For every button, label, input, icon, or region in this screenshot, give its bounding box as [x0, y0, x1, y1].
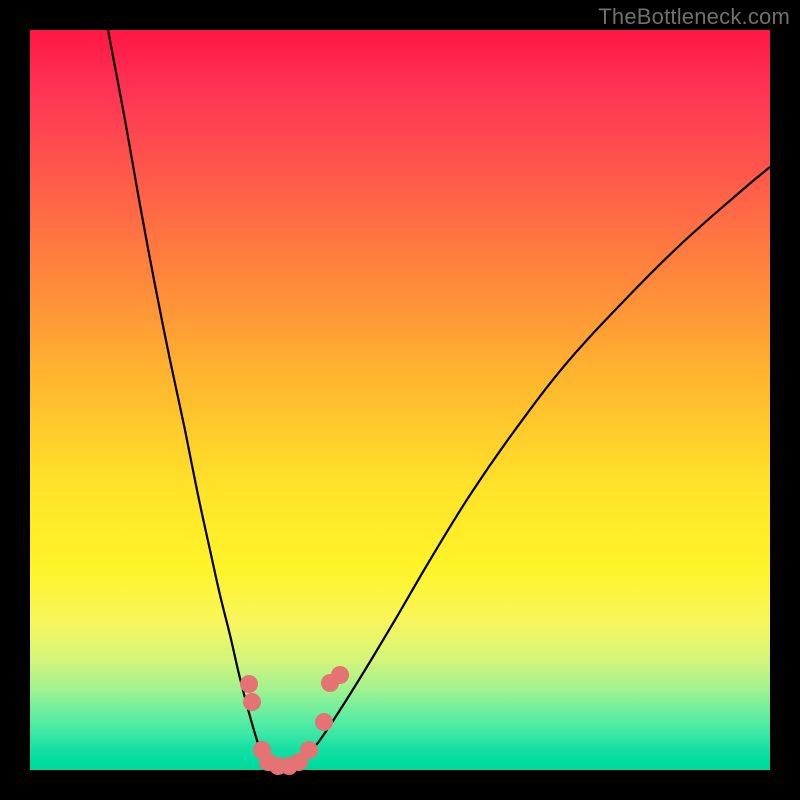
data-point [240, 675, 258, 693]
data-point [331, 666, 349, 684]
watermark-text: TheBottleneck.com [598, 4, 790, 30]
bottleneck-dots [240, 666, 349, 775]
data-point [315, 713, 333, 731]
left-curve [108, 30, 270, 768]
chart-plot-area [30, 30, 770, 770]
data-point [300, 741, 318, 759]
chart-svg [30, 30, 770, 770]
right-curve [295, 167, 770, 768]
data-point [243, 693, 261, 711]
